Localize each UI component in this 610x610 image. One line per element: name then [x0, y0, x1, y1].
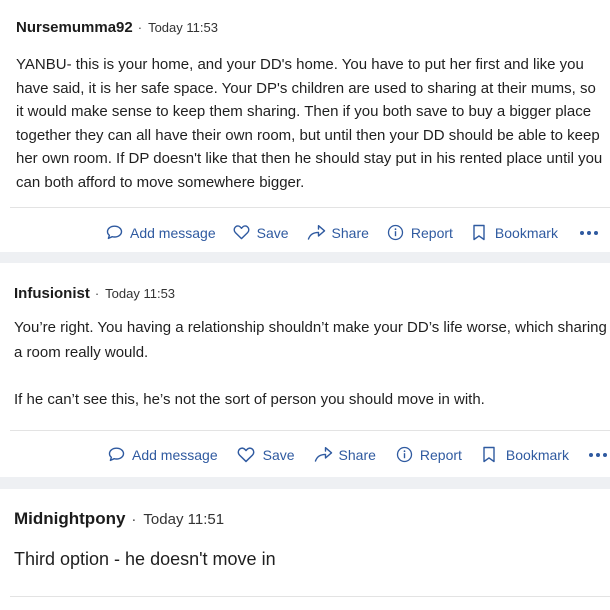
heart-icon [233, 225, 250, 240]
divider [10, 596, 610, 597]
save-button[interactable]: Save [237, 447, 295, 463]
post-body: Third option - he doesn't move in [14, 547, 608, 571]
post-timestamp: Today 11:53 [148, 20, 218, 35]
post-username[interactable]: Infusionist [14, 285, 90, 302]
bookmark-label: Bookmark [494, 224, 558, 241]
more-dots-icon[interactable] [588, 452, 610, 457]
post-paragraph: You’re right. You having a relationship … [14, 319, 607, 361]
divider [10, 430, 610, 431]
more-dots-icon[interactable] [579, 230, 601, 235]
post-actions: Add message Save Share Report Bookmark [106, 224, 601, 241]
heart-icon [237, 446, 255, 463]
report-label: Report [410, 224, 453, 241]
bookmark-button[interactable]: Bookmark [482, 446, 569, 463]
bookmark-icon [472, 224, 486, 241]
report-button[interactable]: Report [387, 224, 453, 241]
post-body: YANBU- this is your home, and your DD's … [16, 53, 606, 194]
post-card: Midnightpony · Today 11:51 Third option … [0, 489, 610, 610]
speech-bubble-icon [106, 225, 123, 240]
post-header: Midnightpony · Today 11:51 [14, 509, 224, 529]
info-circle-icon [396, 446, 413, 463]
save-button[interactable]: Save [233, 225, 289, 241]
post-actions: Add message Save Share Report Bookmark [108, 446, 610, 463]
post-header: Infusionist · Today 11:53 [14, 285, 175, 302]
post-header: Nursemumma92 · Today 11:53 [16, 19, 218, 36]
add-message-label: Add message [132, 446, 218, 463]
divider [10, 207, 610, 208]
post-paragraph: YANBU- this is your home, and your DD's … [16, 56, 603, 191]
header-separator: · [131, 511, 137, 528]
share-arrow-icon [314, 447, 333, 462]
header-separator: · [137, 20, 143, 35]
post-paragraph: If he can’t see this, he’s not the sort … [14, 391, 485, 408]
share-label: Share [331, 224, 369, 241]
post-username[interactable]: Nursemumma92 [16, 19, 133, 36]
report-button[interactable]: Report [396, 446, 462, 463]
post-timestamp: Today 11:53 [105, 286, 176, 301]
post-card: Infusionist · Today 11:53 You’re right. … [0, 263, 610, 477]
add-message-label: Add message [130, 224, 216, 241]
info-circle-icon [387, 224, 404, 241]
speech-bubble-icon [108, 447, 125, 462]
post-card: Nursemumma92 · Today 11:53 YANBU- this i… [0, 0, 610, 252]
post-body: You’re right. You having a relationship … [14, 316, 608, 413]
share-label: Share [338, 446, 376, 463]
report-label: Report [419, 446, 462, 463]
bookmark-label: Bookmark [505, 446, 569, 463]
bookmark-icon [482, 446, 496, 463]
header-separator: · [94, 286, 100, 301]
save-label: Save [256, 224, 289, 241]
add-message-button[interactable]: Add message [108, 447, 218, 463]
post-username[interactable]: Midnightpony [14, 509, 125, 529]
post-timestamp: Today 11:51 [143, 511, 225, 528]
save-label: Save [262, 446, 295, 463]
bookmark-button[interactable]: Bookmark [472, 224, 558, 241]
post-paragraph: Third option - he doesn't move in [14, 549, 276, 569]
share-button[interactable]: Share [314, 447, 376, 463]
share-button[interactable]: Share [307, 225, 369, 241]
share-arrow-icon [307, 225, 326, 240]
add-message-button[interactable]: Add message [106, 225, 216, 241]
